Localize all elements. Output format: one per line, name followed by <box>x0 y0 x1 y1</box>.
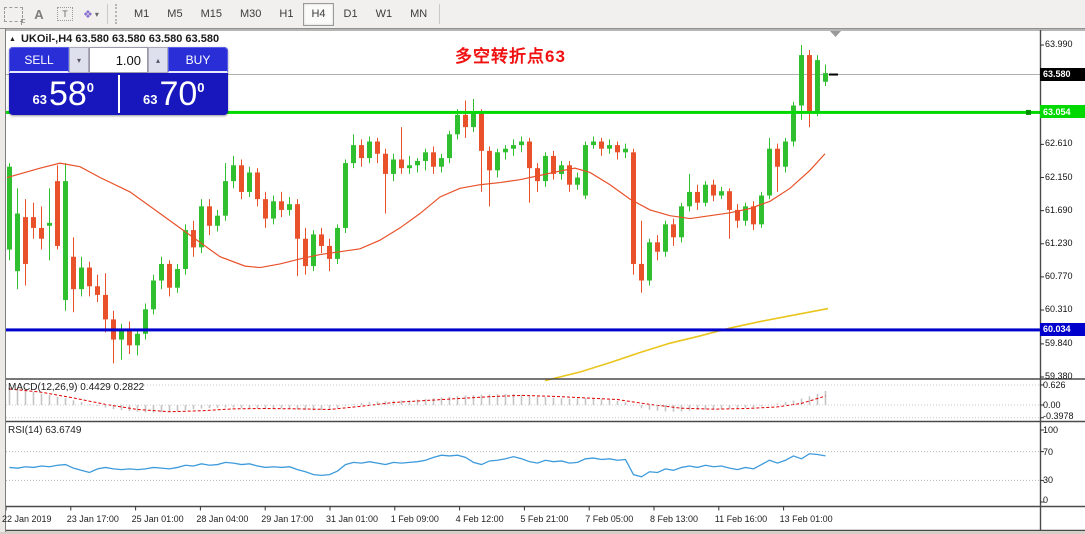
timeframe-button-m15[interactable]: M15 <box>193 3 230 26</box>
volume-decrease-button[interactable]: ▾ <box>69 47 89 73</box>
chart-window: ▲ UKOil-,H4 63.580 63.580 63.580 63.580 … <box>0 29 1085 532</box>
text-label-tool-icon[interactable]: A <box>27 2 51 26</box>
time-axis-label: 29 Jan 17:00 <box>261 514 313 524</box>
timeframe-button-w1[interactable]: W1 <box>368 3 401 26</box>
timeframe-button-h4[interactable]: H4 <box>303 3 333 26</box>
fibo-tool-icon[interactable]: F <box>1 2 25 26</box>
current-price-tag: 63.580 <box>1040 68 1085 81</box>
timeframe-button-m5[interactable]: M5 <box>159 3 190 26</box>
buy-price[interactable]: 63 70 0 <box>120 73 229 115</box>
time-axis-label: 28 Jan 04:00 <box>196 514 248 524</box>
time-axis-label: 22 Jan 2019 <box>2 514 52 524</box>
sell-price[interactable]: 63 58 0 <box>9 73 118 115</box>
time-axis-label: 23 Jan 17:00 <box>67 514 119 524</box>
time-axis-label: 8 Feb 13:00 <box>650 514 698 524</box>
timeframe-button-m30[interactable]: M30 <box>232 3 269 26</box>
macd-axis-tick: 0.00 <box>1043 400 1061 410</box>
toolbar-drag-handle[interactable] <box>115 4 121 24</box>
timeframe-button-h1[interactable]: H1 <box>271 3 301 26</box>
timeframe-buttons: M1M5M15M30H1H4D1W1MN <box>125 3 436 26</box>
timeframe-button-mn[interactable]: MN <box>402 3 435 26</box>
macd-indicator-label: MACD(12,26,9) 0.4429 0.2822 <box>8 382 144 393</box>
time-axis-label: 7 Feb 05:00 <box>585 514 633 524</box>
price-axis-tick: 61.230 <box>1045 238 1073 248</box>
price-axis-tick: 60.770 <box>1045 271 1073 281</box>
sell-button[interactable]: SELL <box>9 47 69 73</box>
time-axis-label: 5 Feb 21:00 <box>520 514 568 524</box>
price-axis-tick: 62.610 <box>1045 138 1073 148</box>
mt4-window: F A T ❖ ▾ M1M5M15M30H1H4D1W1MN ▲ UKOil-,… <box>0 0 1085 534</box>
rsi-axis-tick: 70 <box>1043 447 1053 457</box>
shapes-tool-icon[interactable]: ❖ ▾ <box>79 2 103 26</box>
rsi-axis-tick: 0 <box>1043 495 1048 505</box>
one-click-trading-panel: SELL ▾ 1.00 ▴ BUY 63 58 0 63 70 0 <box>9 47 228 115</box>
chart-annotation-text[interactable]: 多空转折点63 <box>455 42 566 67</box>
volume-input[interactable]: 1.00 <box>89 47 148 73</box>
time-axis-label: 1 Feb 09:00 <box>391 514 439 524</box>
time-axis-label: 4 Feb 12:00 <box>456 514 504 524</box>
time-axis-label: 11 Feb 16:00 <box>715 514 767 524</box>
resistance-price-tag: 63.054 <box>1040 105 1085 118</box>
time-axis-label: 25 Jan 01:00 <box>132 514 184 524</box>
price-axis-tick: 62.150 <box>1045 172 1073 182</box>
volume-increase-button[interactable]: ▴ <box>148 47 168 73</box>
rsi-axis-tick: 30 <box>1043 475 1053 485</box>
text-box-tool-icon[interactable]: T <box>53 2 77 26</box>
support-price-tag: 60.034 <box>1040 323 1085 336</box>
chart-title: ▲ UKOil-,H4 63.580 63.580 63.580 63.580 <box>9 33 219 45</box>
toolbar-separator <box>439 4 440 24</box>
macd-axis-tick: -0.3978 <box>1043 411 1074 421</box>
buy-button[interactable]: BUY <box>168 47 228 73</box>
window-left-border <box>0 29 6 532</box>
macd-axis-tick: 0.626 <box>1043 380 1066 390</box>
price-axis-tick: 61.690 <box>1045 205 1073 215</box>
price-axis-tick: 59.840 <box>1045 338 1073 348</box>
toolbar: F A T ❖ ▾ M1M5M15M30H1H4D1W1MN <box>0 0 1085 29</box>
timeframe-button-d1[interactable]: D1 <box>336 3 366 26</box>
rsi-axis-tick: 100 <box>1043 425 1058 435</box>
price-axis-tick: 60.310 <box>1045 304 1073 314</box>
timeframe-button-m1[interactable]: M1 <box>126 3 157 26</box>
rsi-indicator-label: RSI(14) 63.6749 <box>8 425 81 436</box>
time-axis-label: 13 Feb 01:00 <box>780 514 833 524</box>
chevron-down-icon: ▾ <box>95 10 99 19</box>
price-axis-tick: 63.990 <box>1045 39 1073 49</box>
symbol-expand-icon[interactable]: ▲ <box>9 36 16 43</box>
toolbar-separator <box>107 4 108 24</box>
time-axis-label: 31 Jan 01:00 <box>326 514 378 524</box>
